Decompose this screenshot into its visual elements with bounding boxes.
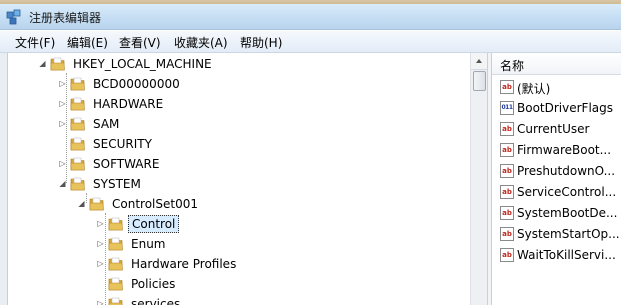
tree-line bbox=[105, 213, 106, 305]
value-name: FirmwareBoot... bbox=[517, 143, 612, 157]
window-left-border bbox=[0, 53, 8, 305]
no-expander bbox=[58, 139, 67, 148]
collapsed-arrow-icon[interactable]: ▷ bbox=[96, 299, 105, 305]
folder-icon bbox=[108, 217, 123, 231]
column-header-label: 名称 bbox=[500, 59, 525, 73]
registry-tree[interactable]: ◢ HKEY_LOCAL_MACHINE ▷ BCD00000000 ▷ HARDWARE… bbox=[8, 53, 470, 305]
folder-icon bbox=[70, 97, 85, 111]
string-value-icon: ab bbox=[500, 185, 514, 199]
value-name: WaitToKillServi... bbox=[517, 248, 616, 262]
tree-item-label: Hardware Profiles bbox=[131, 257, 237, 271]
folder-icon bbox=[108, 257, 123, 271]
list-item[interactable]: 011 BootDriverFlags bbox=[492, 98, 621, 119]
list-item[interactable]: ab ServiceControl... bbox=[492, 182, 621, 203]
string-value-icon: ab bbox=[500, 206, 514, 220]
value-name: ServiceControl... bbox=[517, 185, 617, 199]
collapsed-arrow-icon[interactable]: ▷ bbox=[58, 79, 67, 88]
column-header-name[interactable]: 名称 bbox=[492, 53, 621, 75]
tree-item-label: Enum bbox=[131, 237, 166, 251]
list-item[interactable]: ab PreshutdownO... bbox=[492, 161, 621, 182]
folder-icon bbox=[70, 137, 85, 151]
folder-icon bbox=[50, 57, 65, 71]
menu-help[interactable]: 帮助(H) bbox=[238, 34, 284, 51]
list-item[interactable]: ab SystemBootDe... bbox=[492, 203, 621, 224]
menu-view[interactable]: 查看(V) bbox=[117, 34, 163, 51]
expanded-arrow-icon[interactable]: ◢ bbox=[77, 199, 86, 208]
folder-icon bbox=[89, 197, 104, 211]
string-value-icon: ab bbox=[500, 164, 514, 178]
tree-item-label: BCD00000000 bbox=[93, 77, 180, 91]
list-item[interactable]: ab SystemStartOp... bbox=[492, 224, 621, 245]
folder-icon bbox=[70, 77, 85, 91]
value-name: CurrentUser bbox=[517, 122, 590, 136]
string-value-icon: ab bbox=[500, 143, 514, 157]
tree-scrollbar[interactable] bbox=[470, 53, 487, 305]
binary-value-icon: 011 bbox=[500, 101, 514, 115]
folder-icon bbox=[108, 237, 123, 251]
list-item[interactable]: ab (默认) bbox=[492, 77, 621, 98]
value-name: SystemBootDe... bbox=[517, 206, 618, 220]
expanded-arrow-icon[interactable]: ◢ bbox=[38, 59, 47, 68]
values-list[interactable]: 名称 ab (默认) 011 BootDriverFlags ab CurrentUser… bbox=[492, 53, 621, 305]
tree-item-label: SOFTWARE bbox=[93, 157, 160, 171]
menu-bar: 文件(F) 编辑(E) 查看(V) 收藏夹(A) 帮助(H) bbox=[0, 31, 621, 53]
folder-icon bbox=[70, 177, 85, 191]
tree-item-label: HARDWARE bbox=[93, 97, 164, 111]
list-item[interactable]: ab WaitToKillServi... bbox=[492, 245, 621, 266]
menu-edit[interactable]: 编辑(E) bbox=[65, 34, 110, 51]
title-bar[interactable]: 注册表编辑器 bbox=[0, 4, 621, 30]
tree-item-label: SECURITY bbox=[93, 137, 152, 151]
tree-item-label: Policies bbox=[131, 277, 176, 291]
collapsed-arrow-icon[interactable]: ▷ bbox=[58, 99, 67, 108]
tree-item-label: Control bbox=[128, 215, 180, 233]
value-name: SystemStartOp... bbox=[517, 227, 620, 241]
folder-icon bbox=[70, 117, 85, 131]
value-name: BootDriverFlags bbox=[517, 101, 614, 115]
no-expander bbox=[96, 279, 105, 288]
collapsed-arrow-icon[interactable]: ▷ bbox=[96, 259, 105, 268]
list-item[interactable]: ab FirmwareBoot... bbox=[492, 140, 621, 161]
regedit-icon bbox=[6, 9, 21, 25]
tree-item-label: ControlSet001 bbox=[112, 197, 198, 211]
collapsed-arrow-icon[interactable]: ▷ bbox=[96, 239, 105, 248]
string-value-icon: ab bbox=[500, 122, 514, 136]
collapsed-arrow-icon[interactable]: ▷ bbox=[58, 119, 67, 128]
collapsed-arrow-icon[interactable]: ▷ bbox=[96, 219, 105, 228]
menu-file[interactable]: 文件(F) bbox=[13, 34, 57, 51]
scroll-up-arrow-icon[interactable] bbox=[471, 53, 487, 70]
main-content: ◢ HKEY_LOCAL_MACHINE ▷ BCD00000000 ▷ HARDWARE… bbox=[0, 53, 621, 305]
tree-item-label: SYSTEM bbox=[93, 177, 141, 191]
tree-line bbox=[86, 193, 87, 203]
tree-item-label: services bbox=[131, 297, 181, 305]
tree-item-label: SAM bbox=[93, 117, 120, 131]
window-title: 注册表编辑器 bbox=[29, 11, 102, 25]
menu-favorites[interactable]: 收藏夹(A) bbox=[172, 34, 230, 51]
tree-item-label: HKEY_LOCAL_MACHINE bbox=[73, 57, 212, 71]
folder-icon bbox=[70, 157, 85, 171]
string-value-icon: ab bbox=[500, 80, 514, 94]
expanded-arrow-icon[interactable]: ◢ bbox=[58, 179, 67, 188]
scrollbar-thumb[interactable] bbox=[473, 71, 486, 91]
value-name: PreshutdownO... bbox=[517, 164, 616, 178]
value-name: (默认) bbox=[517, 82, 551, 96]
list-item[interactable]: ab CurrentUser bbox=[492, 119, 621, 140]
collapsed-arrow-icon[interactable]: ▷ bbox=[58, 159, 67, 168]
folder-icon bbox=[108, 277, 123, 291]
string-value-icon: ab bbox=[500, 227, 514, 241]
folder-icon bbox=[108, 297, 123, 305]
string-value-icon: ab bbox=[500, 248, 514, 262]
